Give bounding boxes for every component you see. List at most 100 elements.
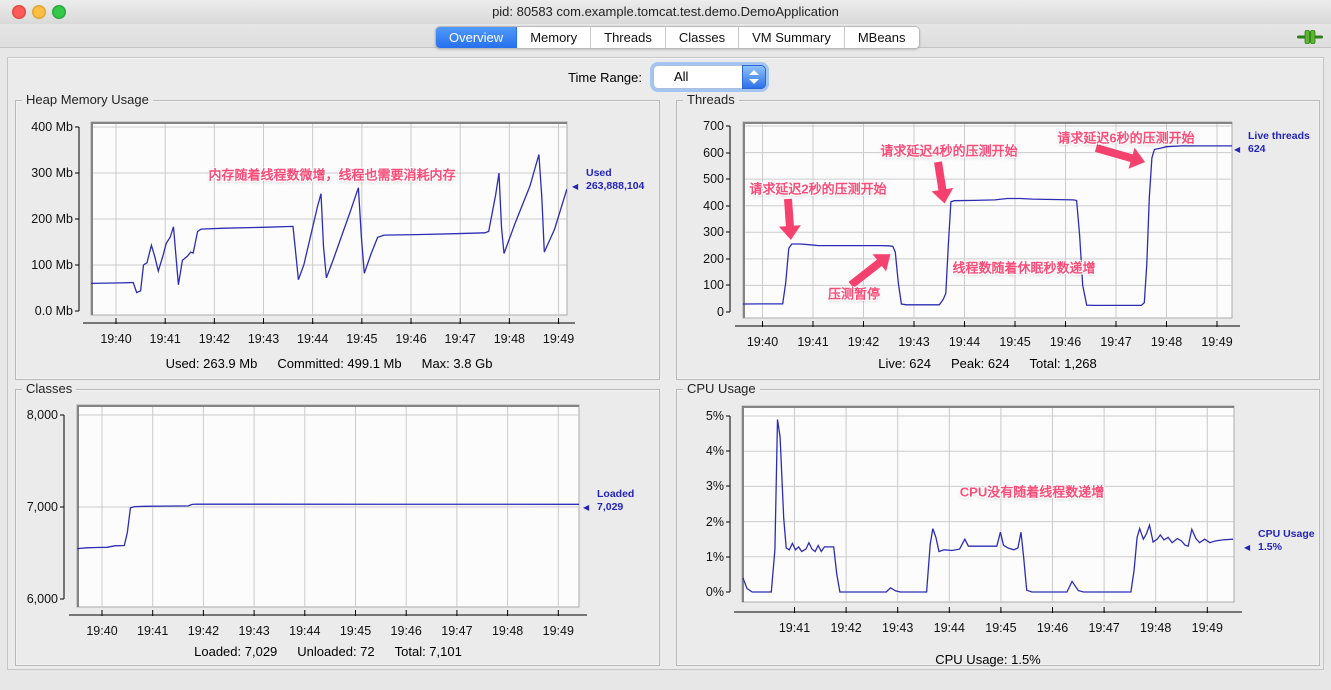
tab-mbeans[interactable]: MBeans bbox=[845, 27, 919, 48]
panel-title-heap: Heap Memory Usage bbox=[22, 92, 153, 108]
x-tick-label: 19:46 bbox=[387, 332, 435, 346]
x-tick-label: 19:44 bbox=[289, 332, 337, 346]
x-tick-label: 19:40 bbox=[92, 332, 140, 346]
x-tick-label: 19:48 bbox=[1132, 621, 1180, 635]
tab-threads[interactable]: Threads bbox=[591, 27, 666, 48]
x-tick-label: 19:43 bbox=[230, 624, 278, 638]
y-tick-label: 400 bbox=[672, 199, 724, 213]
x-tick-label: 19:42 bbox=[179, 624, 227, 638]
heap-memory-panel: Heap Memory Usage 400 Mb300 Mb200 Mb100 … bbox=[15, 100, 660, 380]
overview-content-panel: Time Range: All Heap Memory Usage 400 Mb… bbox=[7, 57, 1324, 670]
x-tick-label: 19:42 bbox=[190, 332, 238, 346]
left-triangle-icon: ◀ bbox=[1244, 543, 1250, 553]
x-tick-label: 19:48 bbox=[1143, 335, 1191, 349]
tab-overview[interactable]: Overview bbox=[436, 27, 517, 48]
x-tick-label: 19:42 bbox=[840, 335, 888, 349]
x-tick-label: 19:49 bbox=[535, 332, 583, 346]
series-value-label: Used263,888,104 bbox=[586, 167, 644, 193]
x-tick-label: 19:41 bbox=[129, 624, 177, 638]
x-tick-label: 19:48 bbox=[485, 332, 533, 346]
up-down-stepper-icon[interactable] bbox=[742, 65, 766, 89]
x-tick-label: 19:47 bbox=[436, 332, 484, 346]
panel-title-classes: Classes bbox=[22, 381, 76, 397]
time-range-label: Time Range: bbox=[521, 70, 642, 85]
panel-title-cpu: CPU Usage bbox=[683, 381, 760, 397]
annotation-text: 压测暂停 bbox=[828, 284, 880, 303]
annotation-text: 内存随着线程数微增，线程也需要消耗内存 bbox=[208, 165, 455, 184]
cpu-usage-panel: CPU Usage 5%4%3%2%1%0%19:4119:4219:4319:… bbox=[676, 389, 1320, 666]
x-tick-label: 19:47 bbox=[1080, 621, 1128, 635]
series-value-label: Live threads624 bbox=[1248, 130, 1310, 156]
y-tick-label: 100 Mb bbox=[21, 258, 73, 272]
y-tick-label: 100 bbox=[672, 278, 724, 292]
x-tick-label: 19:42 bbox=[822, 621, 870, 635]
y-tick-label: 8,000 bbox=[6, 408, 58, 422]
tab-classes[interactable]: Classes bbox=[666, 27, 739, 48]
chart-footer: Used: 263.9 MbCommitted: 499.1 MbMax: 3.… bbox=[91, 356, 567, 371]
window-title: pid: 80583 com.example.tomcat.test.demo.… bbox=[0, 4, 1331, 19]
series-value-label: CPU Usage1.5% bbox=[1258, 528, 1315, 554]
y-tick-label: 300 Mb bbox=[21, 166, 73, 180]
annotation-text: 线程数随着休眠秒数递增 bbox=[952, 258, 1095, 277]
x-tick-label: 19:43 bbox=[874, 621, 922, 635]
x-tick-label: 19:41 bbox=[789, 335, 837, 349]
x-tick-label: 19:46 bbox=[382, 624, 430, 638]
y-tick-label: 400 Mb bbox=[21, 120, 73, 134]
y-tick-label: 7,000 bbox=[6, 500, 58, 514]
annotation-text: CPU没有随着线程数递增 bbox=[960, 482, 1104, 501]
time-range-selected-value: All bbox=[674, 66, 688, 88]
y-tick-label: 600 bbox=[672, 146, 724, 160]
y-tick-label: 700 bbox=[672, 119, 724, 133]
x-tick-label: 19:46 bbox=[1029, 621, 1077, 635]
x-tick-label: 19:49 bbox=[534, 624, 582, 638]
y-tick-label: 300 bbox=[672, 225, 724, 239]
y-tick-label: 500 bbox=[672, 172, 724, 186]
y-tick-label: 0 bbox=[672, 305, 724, 319]
x-tick-label: 19:49 bbox=[1193, 335, 1241, 349]
x-tick-label: 19:48 bbox=[484, 624, 532, 638]
y-tick-label: 0% bbox=[672, 585, 724, 599]
left-triangle-icon: ◀ bbox=[583, 503, 589, 513]
x-tick-label: 19:43 bbox=[240, 332, 288, 346]
left-triangle-icon: ◀ bbox=[1234, 145, 1240, 155]
x-tick-label: 19:40 bbox=[78, 624, 126, 638]
annotation-arrow bbox=[777, 198, 802, 240]
left-triangle-icon: ◀ bbox=[572, 182, 578, 192]
x-tick-label: 19:47 bbox=[1092, 335, 1140, 349]
threads-panel: Threads 700600500400300200100019:4019:41… bbox=[676, 100, 1320, 380]
y-tick-label: 2% bbox=[672, 515, 724, 529]
x-tick-label: 19:40 bbox=[739, 335, 787, 349]
connection-status-icon[interactable] bbox=[1297, 30, 1323, 49]
x-tick-label: 19:45 bbox=[977, 621, 1025, 635]
annotation-text: 请求延迟6秒的压测开始 bbox=[1057, 128, 1194, 147]
x-tick-label: 19:45 bbox=[991, 335, 1039, 349]
y-tick-label: 0.0 Mb bbox=[21, 304, 73, 318]
series-value-label: Loaded7,029 bbox=[597, 488, 634, 514]
y-tick-label: 200 bbox=[672, 252, 724, 266]
panel-title-threads: Threads bbox=[683, 92, 739, 108]
x-tick-label: 19:44 bbox=[925, 621, 973, 635]
chart-footer: Loaded: 7,029Unloaded: 72Total: 7,101 bbox=[77, 644, 579, 659]
y-tick-label: 4% bbox=[672, 444, 724, 458]
x-tick-label: 19:43 bbox=[890, 335, 938, 349]
tab-memory[interactable]: Memory bbox=[517, 27, 591, 48]
chart-footer: Live: 624Peak: 624Total: 1,268 bbox=[743, 356, 1232, 371]
x-tick-label: 19:45 bbox=[332, 624, 380, 638]
x-tick-label: 19:47 bbox=[433, 624, 481, 638]
classes-panel: Classes 8,0007,0006,00019:4019:4119:4219… bbox=[15, 389, 660, 666]
y-tick-label: 5% bbox=[672, 409, 724, 423]
window-titlebar: pid: 80583 com.example.tomcat.test.demo.… bbox=[0, 0, 1331, 25]
chart-footer: CPU Usage: 1.5% bbox=[742, 652, 1234, 667]
tab-vm-summary[interactable]: VM Summary bbox=[739, 27, 845, 48]
annotation-text: 请求延迟4秒的压测开始 bbox=[880, 141, 1017, 160]
time-range-select[interactable]: All bbox=[653, 65, 766, 89]
x-tick-label: 19:41 bbox=[141, 332, 189, 346]
x-tick-label: 19:44 bbox=[941, 335, 989, 349]
y-tick-label: 6,000 bbox=[6, 592, 58, 606]
y-tick-label: 3% bbox=[672, 479, 724, 493]
tab-bar: OverviewMemoryThreadsClassesVM SummaryMB… bbox=[435, 26, 920, 49]
x-tick-label: 19:49 bbox=[1183, 621, 1231, 635]
x-tick-label: 19:44 bbox=[281, 624, 329, 638]
y-tick-label: 200 Mb bbox=[21, 212, 73, 226]
annotation-text: 请求延迟2秒的压测开始 bbox=[749, 179, 886, 198]
